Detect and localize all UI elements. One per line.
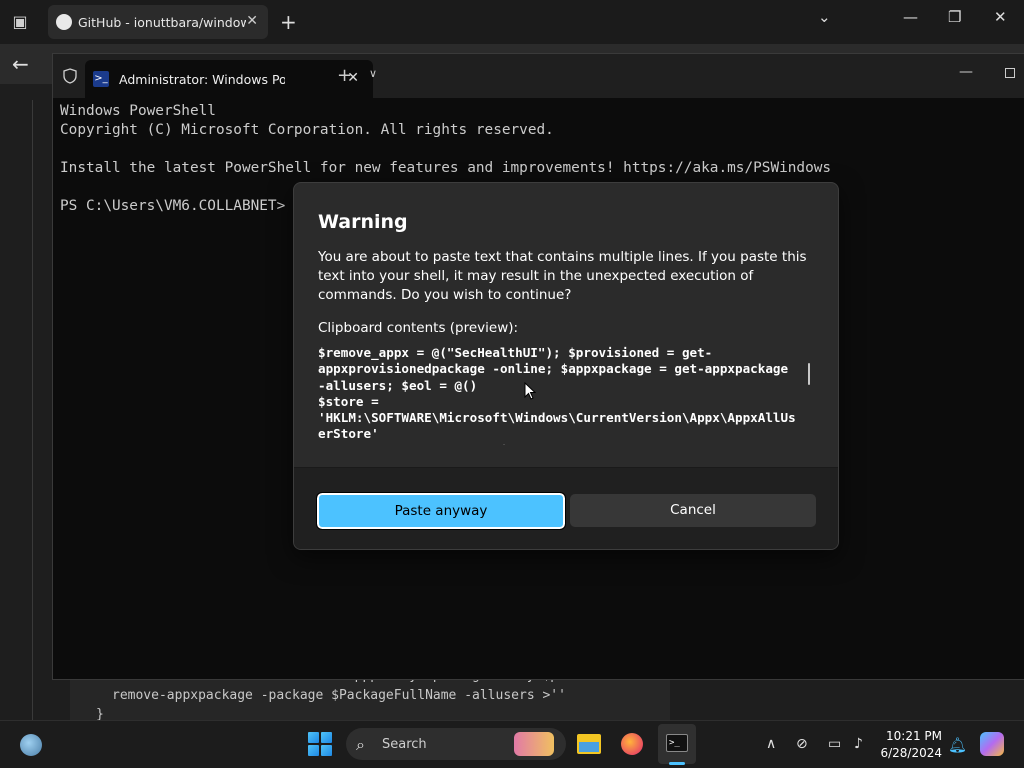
terminal-line: Windows PowerShell	[60, 103, 216, 119]
chevron-up-icon[interactable]: ∧	[766, 736, 776, 752]
minimize-icon[interactable]: —	[959, 64, 973, 80]
volume-icon[interactable]: ♪	[854, 736, 863, 752]
network-icon[interactable]: ⊘	[796, 736, 808, 752]
tab-actions-icon[interactable]: ▣	[8, 10, 32, 34]
terminal-line: Copyright (C) Microsoft Corporation. All…	[60, 122, 554, 138]
close-window-icon[interactable]: ✕	[994, 8, 1007, 26]
browser-tab-label: GitHub - ionuttbara/windows-d	[78, 14, 246, 30]
dialog-title: Warning	[318, 211, 408, 233]
clock-date[interactable]: 6/28/2024	[872, 746, 942, 760]
new-terminal-tab-button[interactable]: +	[337, 65, 352, 86]
cancel-button[interactable]: Cancel	[570, 494, 816, 527]
notification-bell-icon[interactable]: 🔔︎	[948, 736, 967, 754]
copilot-icon[interactable]	[980, 732, 1004, 756]
file-explorer-icon[interactable]	[577, 734, 601, 754]
terminal-tab-title: Administrator: Windows PowerShell	[119, 71, 285, 87]
preview-scrollbar[interactable]	[808, 363, 810, 385]
active-app-indicator	[669, 762, 685, 765]
paste-warning-dialog: Warning You are about to paste text that…	[293, 182, 839, 550]
widgets-icon[interactable]	[20, 734, 42, 756]
browser-tab-github[interactable]: GitHub - ionuttbara/windows-d ✕	[48, 5, 268, 39]
clipboard-preview-text[interactable]: $remove_appx = @("SecHealthUI"); $provis…	[318, 345, 798, 445]
powershell-icon: >_	[93, 71, 109, 87]
terminal-tab[interactable]: >_ Administrator: Windows PowerShell ✕	[85, 60, 373, 98]
maximize-icon[interactable]	[1005, 68, 1015, 78]
github-icon	[56, 14, 72, 30]
firefox-icon[interactable]	[621, 733, 643, 755]
terminal-line: Install the latest PowerShell for new fe…	[60, 160, 832, 176]
new-tab-button[interactable]: +	[280, 10, 297, 34]
search-highlight-icon	[514, 732, 554, 756]
terminal-icon: >_	[666, 734, 688, 752]
dialog-message: You are about to paste text that contain…	[318, 249, 807, 303]
restore-icon[interactable]: ❐	[948, 8, 961, 26]
tab-list-chevron-icon[interactable]: ⌄	[818, 8, 831, 26]
clipboard-preview-label: Clipboard contents (preview):	[318, 320, 519, 336]
display-icon[interactable]: ▭	[828, 736, 841, 752]
clock-time[interactable]: 10:21 PM	[882, 729, 942, 743]
mouse-cursor-icon	[524, 382, 536, 400]
shield-icon	[63, 68, 77, 84]
search-icon: ⌕	[356, 735, 365, 754]
close-tab-icon[interactable]: ✕	[246, 13, 258, 29]
background-code-line: remove-appxpackage -package $PackageFull…	[112, 688, 566, 703]
windows-start-icon[interactable]	[308, 732, 332, 756]
minimize-icon[interactable]: —	[903, 8, 918, 26]
code-indent-guide	[32, 100, 33, 720]
back-arrow-icon[interactable]: ←	[12, 52, 29, 76]
search-placeholder: Search	[382, 737, 427, 752]
paste-anyway-button[interactable]: Paste anyway	[316, 492, 566, 530]
chevron-down-icon[interactable]: ∨	[369, 67, 377, 80]
